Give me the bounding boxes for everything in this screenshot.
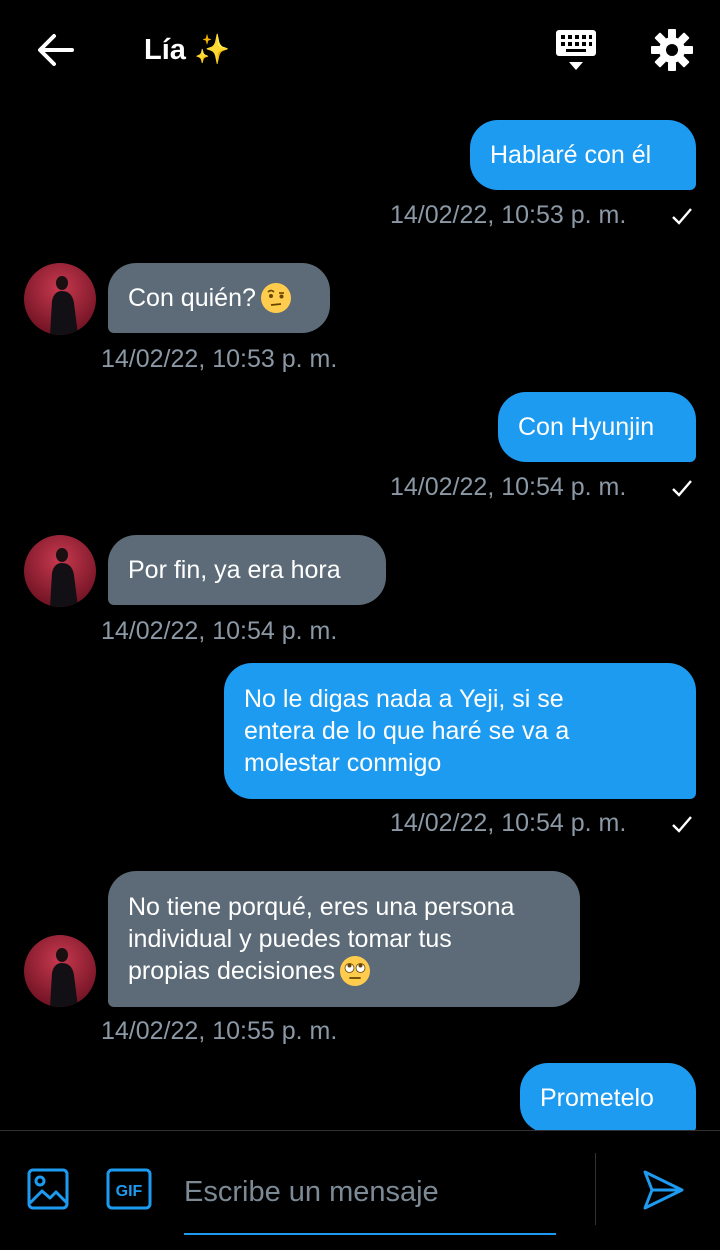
message-composer: GIF xyxy=(0,1130,720,1250)
send-icon[interactable] xyxy=(640,1167,686,1213)
face-with-rolling-eyes-icon xyxy=(340,956,371,986)
avatar[interactable] xyxy=(24,535,96,607)
check-icon xyxy=(672,816,692,833)
message-text-line-wrapper: propias decisiones xyxy=(128,955,371,987)
incoming-message-bubble[interactable]: Por fin, ya era hora xyxy=(108,535,386,605)
gear-icon[interactable] xyxy=(648,26,696,74)
outgoing-message-bubble[interactable]: Con Hyunjin xyxy=(498,392,696,462)
message-text-line: propias decisiones xyxy=(128,957,336,985)
message-timestamp: 14/02/22, 10:55 p. m. xyxy=(101,1017,338,1045)
outgoing-message-bubble[interactable]: No le digas nada a Yeji, si se entera de… xyxy=(224,663,696,799)
message-text: Por fin, ya era hora xyxy=(128,556,341,584)
gif-label: GIF xyxy=(116,1183,143,1200)
check-icon xyxy=(672,480,692,497)
message-timestamp: 14/02/22, 10:53 p. m. xyxy=(390,201,627,229)
image-icon[interactable] xyxy=(26,1167,70,1211)
message-timestamp: 14/02/22, 10:53 p. m. xyxy=(101,345,338,373)
outgoing-message-bubble[interactable]: Hablaré con él xyxy=(470,120,696,190)
message-timestamp: 14/02/22, 10:54 p. m. xyxy=(390,473,627,501)
avatar[interactable] xyxy=(24,263,96,335)
avatar[interactable] xyxy=(24,935,96,1007)
message-list[interactable]: Hablaré con él 14/02/22, 10:53 p. m. Con… xyxy=(0,100,720,1130)
check-icon xyxy=(672,208,692,225)
keyboard-icon[interactable] xyxy=(552,26,600,74)
incoming-message-bubble[interactable]: Con quién? xyxy=(108,263,330,333)
message-text: Con Hyunjin xyxy=(518,413,655,441)
message-text-line: individual y puedes tomar tus xyxy=(128,925,452,953)
incoming-message-bubble[interactable]: No tiene porqué, eres una persona indivi… xyxy=(108,871,580,1007)
conversation-title: Lía ✨ xyxy=(144,34,231,66)
message-timestamp: 14/02/22, 10:54 p. m. xyxy=(101,617,338,645)
message-text: Prometelo xyxy=(540,1084,654,1112)
face-with-raised-eyebrow-icon xyxy=(260,283,291,313)
message-text-line: molestar conmigo xyxy=(244,749,442,777)
header: Lía ✨ xyxy=(0,0,720,100)
outgoing-message-bubble[interactable]: Prometelo xyxy=(520,1063,696,1130)
message-timestamp: 14/02/22, 10:54 p. m. xyxy=(390,809,627,837)
gif-icon[interactable]: GIF xyxy=(106,1167,152,1211)
back-arrow-icon[interactable] xyxy=(32,28,80,72)
message-input[interactable] xyxy=(184,1165,556,1235)
message-text: Con quién? xyxy=(128,284,256,312)
message-text: Hablaré con él xyxy=(490,141,652,169)
divider xyxy=(595,1153,596,1225)
message-text-line: No le digas nada a Yeji, si se xyxy=(244,685,564,713)
message-text-line: No tiene porqué, eres una persona xyxy=(128,893,515,921)
message-text-line: entera de lo que haré se va a xyxy=(244,717,570,745)
